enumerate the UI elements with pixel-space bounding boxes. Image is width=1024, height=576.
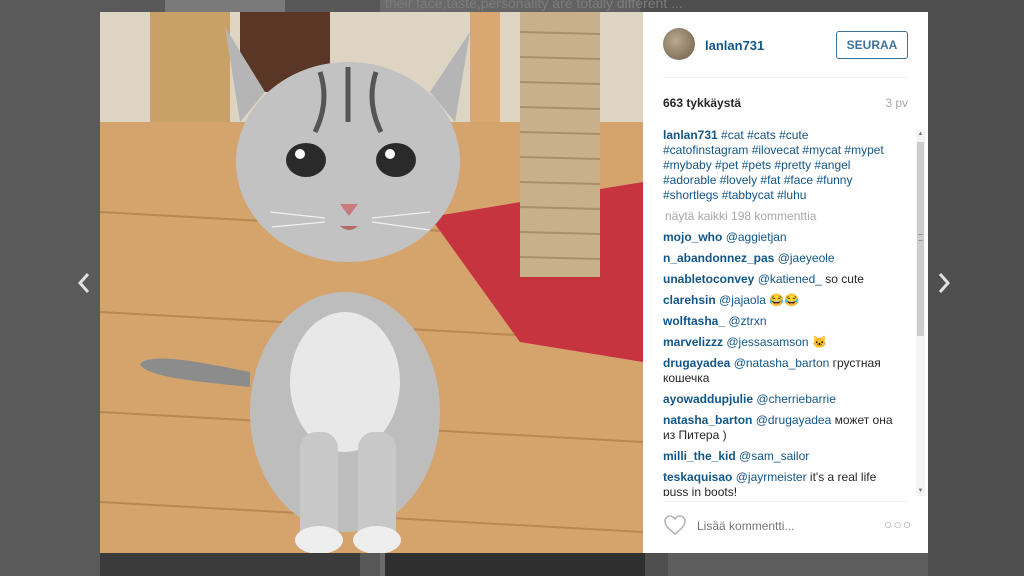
- comment-item: marvelizzz @jessasamson 🐱: [663, 335, 893, 350]
- comment-mention[interactable]: @jayrmeister: [736, 470, 807, 484]
- background-thumbnail: [165, 0, 285, 12]
- comment-item: n_abandonnez_pas @jaeyeole: [663, 251, 893, 266]
- comment-username[interactable]: natasha_barton: [663, 413, 752, 427]
- background-thumbnail: [385, 553, 645, 576]
- comment-mention[interactable]: @katiened_: [758, 272, 822, 286]
- comment-mention[interactable]: @ztrxn: [728, 314, 766, 328]
- comment-username[interactable]: n_abandonnez_pas: [663, 251, 774, 265]
- chevron-right-icon: [938, 273, 951, 293]
- comment-item: milli_the_kid @sam_sailor: [663, 449, 893, 464]
- more-options-button[interactable]: ○○○: [884, 516, 911, 532]
- scroll-down-arrow-icon[interactable]: ▼: [916, 487, 925, 496]
- caption-username[interactable]: lanlan731: [663, 128, 718, 142]
- grip-icon: [918, 234, 923, 241]
- like-button[interactable]: [663, 514, 687, 536]
- heart-outline-icon: [664, 515, 686, 536]
- add-comment-input[interactable]: [697, 517, 867, 535]
- comment-username[interactable]: mojo_who: [663, 230, 722, 244]
- follow-button[interactable]: SEURAA: [836, 31, 908, 59]
- comment-item: mojo_who @aggietjan: [663, 230, 893, 245]
- background-thumbnail: [668, 553, 928, 576]
- comment-mention[interactable]: @sam_sailor: [739, 449, 809, 463]
- scrollbar-thumb[interactable]: [917, 142, 924, 336]
- post-modal: lanlan731 SEURAA 663 tykkäystä 3 pv lanl…: [100, 12, 928, 553]
- next-post-button[interactable]: [934, 270, 954, 296]
- scroll-up-arrow-icon[interactable]: ▲: [916, 130, 925, 139]
- avatar[interactable]: [663, 28, 695, 60]
- comment-item: teskaquisao @jayrmeister it's a real lif…: [663, 470, 893, 496]
- comment-mention[interactable]: @drugayadea: [756, 413, 832, 427]
- background-thumbnail: [100, 553, 360, 576]
- chevron-left-icon: [77, 273, 90, 293]
- comment-username[interactable]: ayowaddupjulie: [663, 392, 753, 406]
- post-author-username[interactable]: lanlan731: [705, 38, 764, 53]
- comment-username[interactable]: clarehsin: [663, 293, 716, 307]
- view-all-comments-link[interactable]: näytä kaikki 198 kommenttia: [665, 209, 893, 224]
- comment-mention[interactable]: @cherriebarrie: [756, 392, 836, 406]
- post-age[interactable]: 3 pv: [885, 96, 908, 110]
- background-caption: their face,taste,personality are totally…: [385, 0, 683, 11]
- comments-list[interactable]: lanlan731 #cat #cats #cute #catofinstagr…: [663, 128, 893, 496]
- previous-post-button[interactable]: [74, 270, 94, 296]
- comment-item: natasha_barton @drugayadea может она из …: [663, 413, 893, 443]
- comment-username[interactable]: marvelizzz: [663, 335, 723, 349]
- comment-mention[interactable]: @jaeyeole: [778, 251, 835, 265]
- cat-photo-image: [100, 12, 643, 553]
- comment-username[interactable]: teskaquisao: [663, 470, 732, 484]
- comment-item: drugayadea @natasha_barton грустная коше…: [663, 356, 893, 386]
- likes-row: 663 tykkäystä 3 pv: [663, 96, 908, 112]
- like-count[interactable]: 663 tykkäystä: [663, 96, 741, 110]
- comment-item: wolftasha_ @ztrxn: [663, 314, 893, 329]
- comment-item: unabletoconvey @katiened_ so cute: [663, 272, 893, 287]
- post-header: lanlan731 SEURAA: [663, 26, 908, 78]
- comments-scrollbar[interactable]: ▲ ▼: [916, 130, 925, 496]
- comment-item: clarehsin @jajaola 😂😂: [663, 293, 893, 308]
- comment-username[interactable]: unabletoconvey: [663, 272, 754, 286]
- comment-item: ayowaddupjulie @cherriebarrie: [663, 392, 893, 407]
- comment-text: so cute: [825, 272, 864, 286]
- post-caption: lanlan731 #cat #cats #cute #catofinstagr…: [663, 128, 893, 203]
- comment-text: 😂😂: [769, 293, 800, 307]
- comment-username[interactable]: drugayadea: [663, 356, 730, 370]
- post-photo: [100, 12, 643, 553]
- post-details-panel: lanlan731 SEURAA 663 tykkäystä 3 pv lanl…: [643, 12, 928, 553]
- more-options-icon: ○○○: [884, 516, 913, 532]
- comment-text: 🐱: [811, 335, 827, 349]
- comment-mention[interactable]: @aggietjan: [726, 230, 787, 244]
- comment-username[interactable]: wolftasha_: [663, 314, 725, 328]
- comment-mention[interactable]: @natasha_barton: [734, 356, 830, 370]
- comment-mention[interactable]: @jajaola: [719, 293, 766, 307]
- post-footer: ○○○: [663, 501, 911, 547]
- comment-mention[interactable]: @jessasamson: [726, 335, 808, 349]
- comment-username[interactable]: milli_the_kid: [663, 449, 736, 463]
